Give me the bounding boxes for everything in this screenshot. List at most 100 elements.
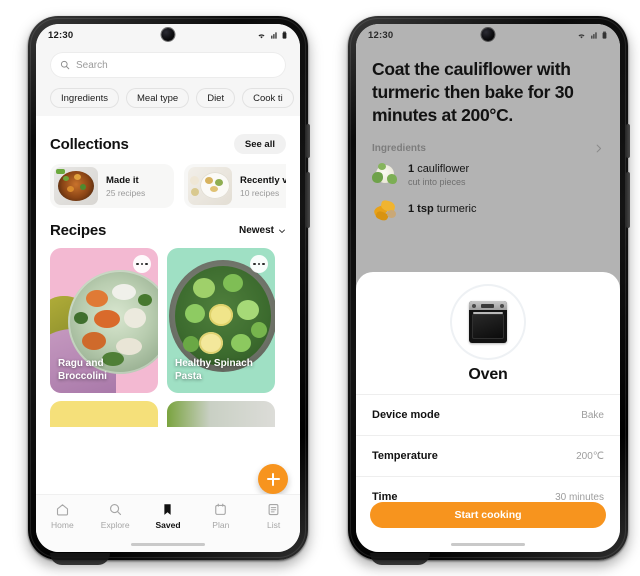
device-control-bottom-sheet: Oven Device mode Bake Temperature 200℃ T… [356,272,620,552]
nav-item-plan[interactable]: Plan [194,502,247,530]
ingredient-note: cut into pieces [408,177,466,187]
signal-icon [271,31,277,39]
collection-thumbnail [54,167,98,205]
setting-row-temperature[interactable]: Temperature 200℃ [356,435,620,476]
add-recipe-fab[interactable] [258,464,288,494]
setting-value: 30 minutes [555,491,604,503]
recipes-header: Recipes Newest [50,222,286,239]
recipe-card-menu-button[interactable] [250,255,268,273]
front-camera-punch-hole [481,28,495,41]
status-icons [257,31,288,40]
side-button-power[interactable] [626,172,630,228]
cauliflower-icon [372,162,398,188]
collection-title: Made it [106,174,139,186]
filter-chip-diet[interactable]: Diet [196,88,236,108]
recipe-card-grid-next-row [50,401,286,427]
home-icon [56,504,68,516]
phone-screen-left: 12:30 Search Ingredients Meal type Diet [36,24,300,552]
ingredient-row: 1 cauliflower cut into pieces [356,154,620,188]
collection-thumbnail [188,167,232,205]
filter-chip-meal-type[interactable]: Meal type [126,88,190,108]
phone-device-left: 12:30 Search Ingredients Meal type Diet [28,16,310,565]
recipe-card[interactable]: Ragu and Broccolini [50,248,158,393]
sort-dropdown[interactable]: Newest [239,225,286,236]
recipe-card-partial[interactable] [50,401,158,427]
start-cooking-button[interactable]: Start cooking [370,502,606,528]
chevron-right-icon [596,144,602,153]
bookmark-icon [164,504,172,515]
collection-card-text: Made it 25 recipes [106,175,145,198]
nav-item-list[interactable]: List [247,502,300,530]
nav-label: Home [51,520,74,530]
nav-label: Explore [100,520,130,530]
ingredient-label: cauliflower [417,163,470,175]
phone-device-right: 12:30 Coat the cauliflower with turmeric… [348,16,630,565]
signal-icon [591,31,597,39]
collection-title: Recently view [240,174,286,186]
see-all-button[interactable]: See all [233,134,286,154]
recipe-card-menu-button[interactable] [133,255,151,273]
ingredient-amount: 1 tsp [408,203,434,215]
more-options-icon [136,262,139,266]
device-identity: Oven [356,272,620,384]
recipe-card[interactable]: Healthy Spinach Pasta [167,248,275,393]
calendar-icon [215,503,227,515]
recipe-card-title: Healthy Spinach Pasta [175,358,253,382]
content-sheet: Collections See all Made it 25 recipes R… [36,124,300,427]
setting-row-device-mode[interactable]: Device mode Bake [356,394,620,435]
wifi-icon [258,33,265,38]
nav-item-explore[interactable]: Explore [89,502,142,530]
setting-value: Bake [581,409,604,421]
search-placeholder: Search [76,59,108,71]
device-settings-list: Device mode Bake Temperature 200℃ Time 3… [356,394,620,517]
nav-item-saved[interactable]: Saved [142,502,195,530]
collections-list: Made it 25 recipes Recently v 10 recipes [50,164,286,208]
side-button-power[interactable] [306,172,310,228]
collection-card-made-it[interactable]: Made it 25 recipes [50,164,174,208]
search-header: 12:30 Search Ingredients Meal type Diet [36,24,300,116]
nav-label: Saved [155,520,181,530]
ingredients-section-header[interactable]: Ingredients [356,143,620,154]
turmeric-icon [372,196,398,222]
status-icons [577,31,608,40]
filter-chip-ingredients[interactable]: Ingredients [50,88,120,108]
phone-screen-right: 12:30 Coat the cauliflower with turmeric… [356,24,620,552]
more-options-icon [253,262,256,266]
search-input[interactable]: Search [50,52,286,78]
ingredient-text: 1 cauliflower cut into pieces [408,163,469,187]
side-button-volume[interactable] [306,124,310,158]
phone-stand-foot [50,553,110,565]
home-indicator[interactable] [131,542,205,546]
ingredient-text: 1 tsp turmeric [408,203,476,215]
battery-icon [282,31,287,39]
ingredient-label: turmeric [436,203,477,215]
screenshot-canvas: 12:30 Search Ingredients Meal type Diet [0,0,640,576]
wifi-icon [578,33,585,38]
list-icon [268,503,279,516]
status-time: 12:30 [368,29,394,41]
nav-item-home[interactable]: Home [36,502,89,530]
front-camera-punch-hole [161,28,175,41]
status-time: 12:30 [48,29,74,41]
filter-chip-cook-time[interactable]: Cook ti [242,88,294,108]
oven-icon [469,301,507,343]
nav-label: List [266,520,281,530]
collection-card-recently-viewed[interactable]: Recently view 10 recipes [184,164,286,208]
ingredient-row: 1 tsp turmeric [356,188,620,222]
recipe-step-screen-dimmed: 12:30 Coat the cauliflower with turmeric… [356,24,620,552]
collection-card-text: Recently view 10 recipes [240,175,286,198]
filter-chip-row: Ingredients Meal type Diet Cook ti [36,78,300,108]
battery-icon [602,31,607,39]
home-indicator[interactable] [451,542,525,546]
ingredients-label: Ingredients [372,143,426,154]
status-bar: 12:30 [36,24,300,46]
setting-key: Device mode [372,409,440,421]
recipe-card-partial[interactable] [167,401,275,427]
setting-key: Temperature [372,450,438,462]
recipe-card-title: Ragu and Broccolini [58,358,107,382]
search-icon [60,60,70,70]
side-button-volume[interactable] [626,124,630,158]
phone-stand-foot [370,553,430,565]
search-icon [109,503,121,516]
device-name: Oven [468,366,508,383]
